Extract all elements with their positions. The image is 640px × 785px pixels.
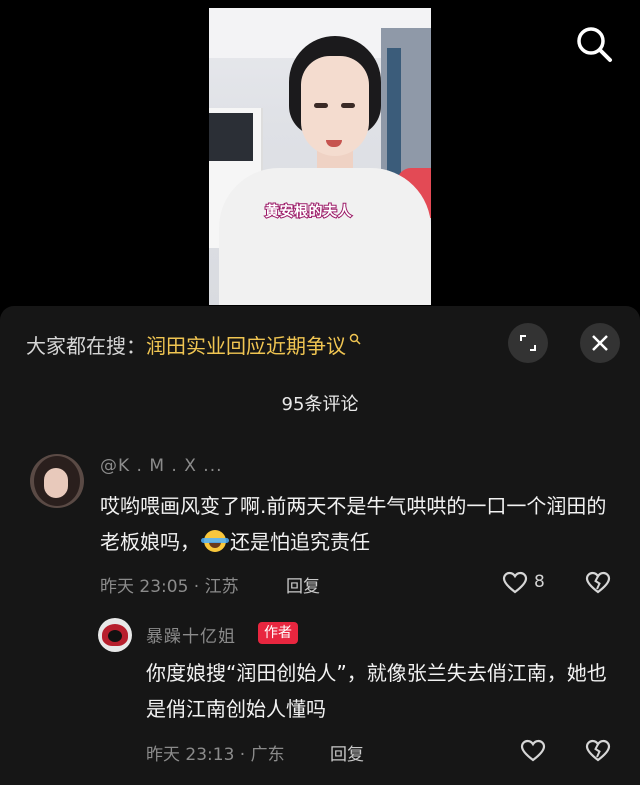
video-caption: 黄安根的夫人	[264, 203, 353, 221]
broken-heart-icon[interactable]	[585, 570, 611, 596]
hot-search-prefix: 大家都在搜：	[26, 334, 146, 358]
reply-text: 你度娘搜“润田创始人”，就像张兰失去俏江南，她也是俏江南创始人懂吗	[146, 661, 607, 721]
avatar[interactable]	[30, 454, 84, 508]
laughing-crying-emoji-icon	[201, 530, 229, 552]
expand-button[interactable]	[508, 323, 548, 363]
comment-count: 95条评论	[0, 390, 640, 416]
close-icon	[592, 335, 608, 351]
author-badge: 作者	[258, 622, 298, 644]
reply-username[interactable]: 暴躁十亿姐	[146, 622, 236, 647]
hot-search-link[interactable]: 大家都在搜：润田实业回应近期争议	[26, 330, 361, 359]
close-button[interactable]	[580, 323, 620, 363]
video-person	[314, 103, 328, 108]
heart-icon[interactable]	[520, 738, 546, 764]
expand-icon	[520, 335, 536, 351]
video-person	[341, 103, 355, 108]
reply-meta: 昨天 23:13 · 广东	[146, 745, 285, 765]
heart-icon[interactable]	[502, 570, 528, 596]
comment-meta: 昨天 23:05 · 江苏	[100, 577, 239, 597]
avatar[interactable]	[98, 618, 132, 652]
hot-search-topic[interactable]: 润田实业回应近期争议	[146, 334, 346, 358]
comment-panel: 大家都在搜：润田实业回应近期争议 95条评论 @K . M . X ... 哎哟…	[0, 306, 640, 785]
comment-username[interactable]: @K . M . X ...	[100, 456, 223, 476]
comment-text-part: 还是怕追究责任	[230, 530, 370, 554]
reply-button[interactable]: 回复	[330, 740, 364, 765]
search-icon	[349, 326, 361, 345]
reply-button[interactable]: 回复	[286, 572, 320, 597]
comment-text: 哎哟喂画风变了啊.前两天不是牛气哄哄的一口一个润田的老板娘吗， 还是怕追究责任	[100, 488, 620, 560]
video-frame[interactable]: 黄安根的夫人	[209, 8, 431, 305]
broken-heart-icon[interactable]	[585, 738, 611, 764]
search-icon[interactable]	[572, 22, 616, 66]
video-person	[219, 168, 431, 305]
comment-count-label: 95条评论	[281, 394, 359, 415]
video-player[interactable]: 黄安根的夫人	[0, 0, 640, 305]
video-scene	[209, 113, 253, 161]
like-count: 8	[534, 572, 545, 592]
